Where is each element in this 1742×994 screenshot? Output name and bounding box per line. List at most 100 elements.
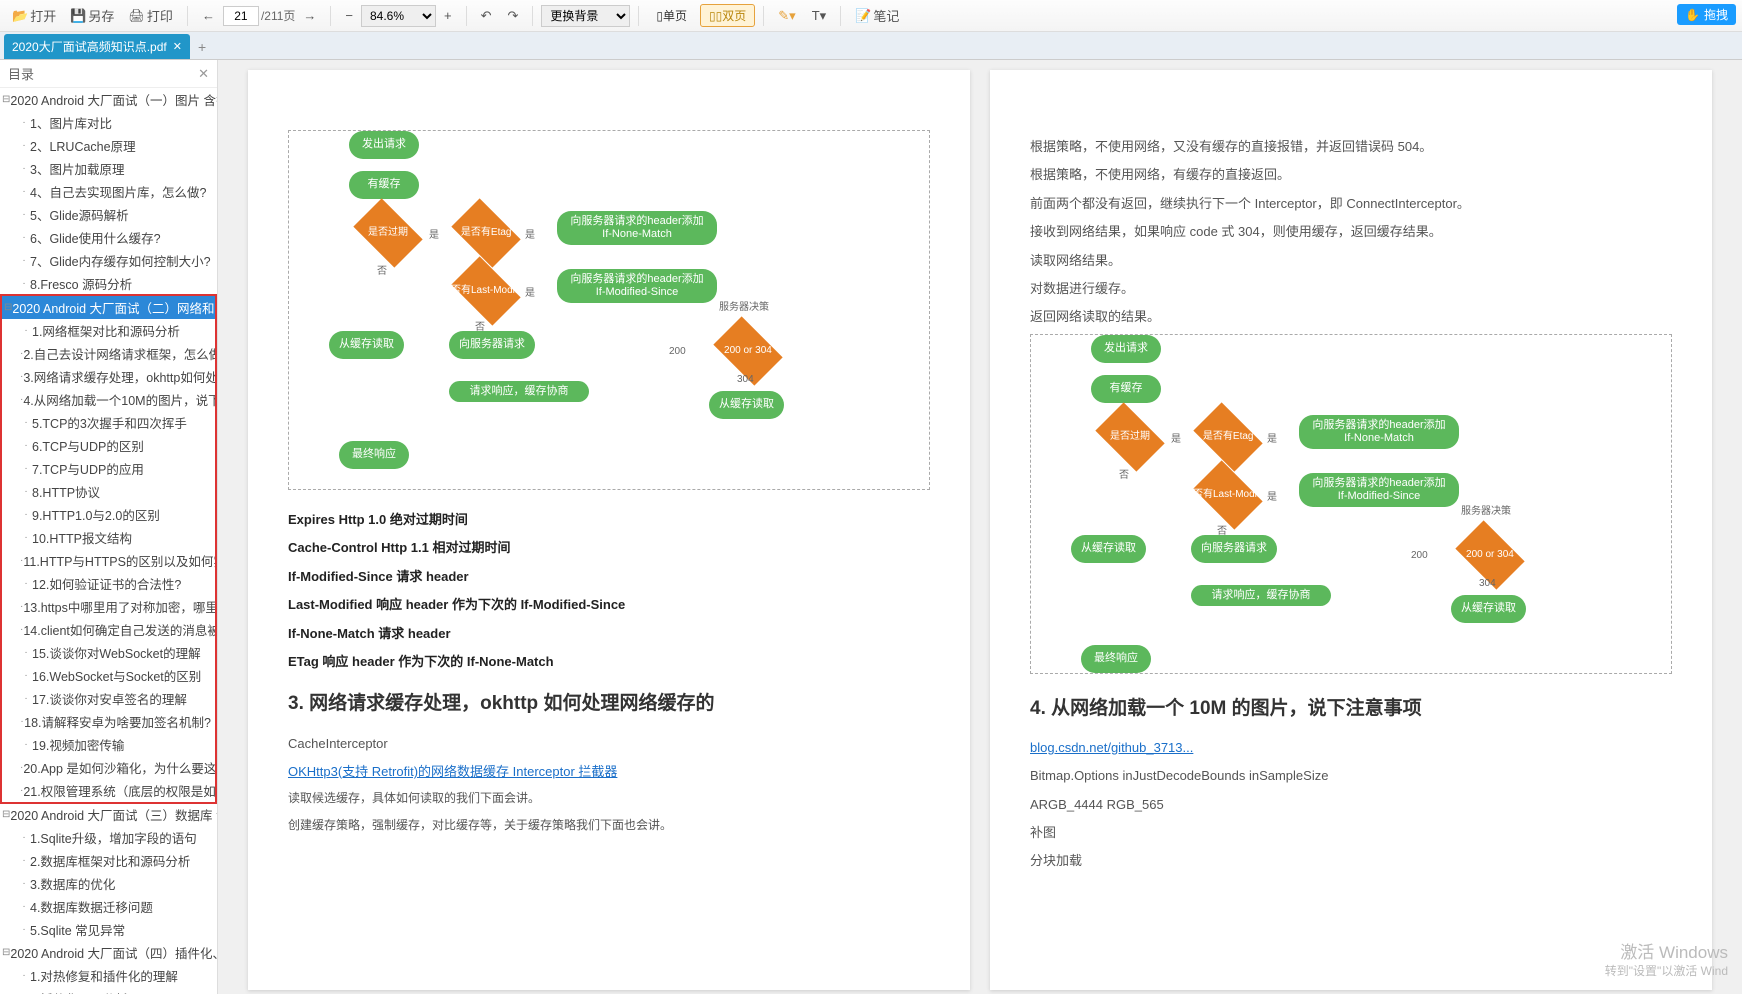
toc-item[interactable]: ·3、图片加载原理 [0, 157, 217, 180]
toc-item[interactable]: ·2.插件化原理分析 [0, 987, 217, 994]
toc-item[interactable]: ·1.对热修复和插件化的理解 [0, 964, 217, 987]
next-page-button[interactable]: → [297, 5, 322, 26]
toc-item[interactable]: ·13.https中哪里用了对称加密，哪里用 [2, 595, 215, 618]
flow-node: 是否过期 [1095, 402, 1164, 471]
main-toolbar: 📂打开 💾另存 🖨打印 ← /211页 → − 84.6% + ↶ ↷ 更换背景… [0, 0, 1742, 32]
toc-item[interactable]: ·1.Sqlite升级，增加字段的语句 [0, 826, 217, 849]
open-button[interactable]: 📂打开 [6, 3, 62, 28]
flowchart-left: 发出请求有缓存是否过期是否是否有Etag是否向服务器请求的header添加 If… [288, 130, 930, 490]
flow-node: 向服务器请求 [449, 331, 535, 359]
flow-node: 请求响应，缓存协商 [1191, 585, 1331, 606]
toc-item[interactable]: ⊟2020 Android 大厂面试（四）插件化、模 [0, 941, 217, 964]
toc-item[interactable]: ·2.数据库框架对比和源码分析 [0, 849, 217, 872]
saveas-button[interactable]: 💾另存 [64, 3, 120, 28]
page-right: 根据策略，不使用网络，又没有缓存的直接报错，并返回错误码 504。 根据策略，不… [990, 70, 1712, 990]
drag-mode-badge[interactable]: ✋拖拽 [1677, 4, 1736, 25]
double-page-button[interactable]: ▯▯双页 [700, 4, 755, 27]
toc-item[interactable]: ·8.Fresco 源码分析 [0, 272, 217, 295]
toc-item[interactable]: ·5、Glide源码解析 [0, 203, 217, 226]
toc-item[interactable]: ·3.数据库的优化 [0, 872, 217, 895]
toc-item[interactable]: ⊟2020 Android 大厂面试（二）网络和安全 [2, 296, 215, 319]
prev-page-button[interactable]: ← [196, 5, 221, 26]
flow-node: 向服务器请求的header添加 If-Modified-Since [557, 269, 717, 303]
toc-item[interactable]: ·14.client如何确定自己发送的消息被se [2, 618, 215, 641]
toc-item[interactable]: ·17.谈谈你对安卓签名的理解 [2, 687, 215, 710]
toc-item[interactable]: ⊟2020 Android 大厂面试（一）图片 含答 [0, 88, 217, 111]
toc-item[interactable]: ·20.App 是如何沙箱化，为什么要这么 [2, 756, 215, 779]
toc-item[interactable]: ·5.Sqlite 常见异常 [0, 918, 217, 941]
document-tab[interactable]: 2020大厂面试高频知识点.pdf ✕ [4, 34, 190, 59]
flow-label: 服务器决策 [719, 299, 769, 317]
text-button[interactable]: T▾ [806, 5, 832, 27]
tab-bar: 2020大厂面试高频知识点.pdf ✕ + [0, 32, 1742, 60]
flow-label: 是 [1171, 431, 1181, 449]
flow-label: 是 [429, 227, 439, 245]
toc-item[interactable]: ·1、图片库对比 [0, 111, 217, 134]
toc-item[interactable]: ·1.网络框架对比和源码分析 [2, 319, 215, 342]
toc-item[interactable]: ·4.从网络加载一个10M的图片，说下注 [2, 388, 215, 411]
background-select[interactable]: 更换背景 [541, 5, 630, 27]
toc-item[interactable]: ·18.请解释安卓为啥要加签名机制? [2, 710, 215, 733]
toc-item[interactable]: ·6、Glide使用什么缓存? [0, 226, 217, 249]
flow-node: 向服务器请求的header添加 If-None-Match [1299, 415, 1459, 449]
toc-item[interactable]: ·4、自己去实现图片库，怎么做? [0, 180, 217, 203]
section-4-heading: 4. 从网络加载一个 10M 的图片，说下注意事项 [1030, 692, 1672, 726]
toc-item[interactable]: ·8.HTTP协议 [2, 480, 215, 503]
windows-watermark: 激活 Windows 转到"设置"以激活 Wind [1605, 942, 1728, 980]
sidebar-close-icon[interactable]: ✕ [198, 66, 209, 82]
okhttp-link[interactable]: OKHttp3(支持 Retrofit)的网络数据缓存 Interceptor … [288, 764, 617, 779]
section-3-heading: 3. 网络请求缓存处理，okhttp 如何处理网络缓存的 [288, 687, 930, 721]
toc-item[interactable]: ·7.TCP与UDP的应用 [2, 457, 215, 480]
highlight-button[interactable]: ✎▾ [772, 5, 801, 27]
page-left: 发出请求有缓存是否过期是否是否有Etag是否向服务器请求的header添加 If… [248, 70, 970, 990]
flow-node: 是否过期 [353, 198, 422, 267]
flow-label: 是 [1267, 489, 1277, 507]
toc-item[interactable]: ·10.HTTP报文结构 [2, 526, 215, 549]
zoom-in-button[interactable]: + [438, 5, 458, 26]
toc-item[interactable]: ·21.权限管理系统（底层的权限是如何) [2, 779, 215, 802]
toc-item[interactable]: ·3.网络请求缓存处理，okhttp如何处理 [2, 365, 215, 388]
flow-label: 200 [669, 343, 686, 361]
flow-node: 从缓存读取 [1071, 535, 1146, 563]
flow-node: 是否有Etag [451, 198, 520, 267]
csdn-link[interactable]: blog.csdn.net/github_3713... [1030, 740, 1193, 755]
rotate-left-button[interactable]: ↶ [475, 5, 498, 27]
add-tab-button[interactable]: + [190, 35, 214, 59]
flow-label: 否 [1119, 467, 1129, 485]
toc-item[interactable]: ·11.HTTP与HTTPS的区别以及如何实现 [2, 549, 215, 572]
toc-item[interactable]: ·16.WebSocket与Socket的区别 [2, 664, 215, 687]
page-input[interactable] [223, 6, 259, 26]
flow-node: 从缓存读取 [1451, 595, 1526, 623]
flow-label: 是 [1267, 431, 1277, 449]
toc-item[interactable]: ·19.视频加密传输 [2, 733, 215, 756]
toc-item[interactable]: ⊟2020 Android 大厂面试（三）数据库 含 [0, 803, 217, 826]
zoom-select[interactable]: 84.6% [361, 5, 436, 27]
notes-button[interactable]: 📝笔记 [849, 3, 905, 28]
flow-node: 是否有Last-Modified [1193, 460, 1262, 529]
flow-node: 有缓存 [1091, 375, 1161, 403]
toc-item[interactable]: ·2.自己去设计网络请求框架，怎么做? [2, 342, 215, 365]
toc-item[interactable]: ·12.如何验证证书的合法性? [2, 572, 215, 595]
toc-item[interactable]: ·9.HTTP1.0与2.0的区别 [2, 503, 215, 526]
flow-node: 最终响应 [339, 441, 409, 469]
flow-node: 有缓存 [349, 171, 419, 199]
close-tab-icon[interactable]: ✕ [173, 40, 182, 53]
flow-label: 200 [1411, 547, 1428, 565]
rotate-right-button[interactable]: ↷ [502, 5, 525, 27]
zoom-out-button[interactable]: − [339, 5, 359, 26]
flow-label: 304 [737, 371, 754, 389]
toc-item[interactable]: ·15.谈谈你对WebSocket的理解 [2, 641, 215, 664]
print-button[interactable]: 🖨打印 [122, 3, 179, 28]
flow-label: 304 [1479, 575, 1496, 593]
flow-node: 向服务器请求的header添加 If-None-Match [557, 211, 717, 245]
toc-item[interactable]: ·2、LRUCache原理 [0, 134, 217, 157]
toc-tree[interactable]: ⊟2020 Android 大厂面试（一）图片 含答·1、图片库对比·2、LRU… [0, 88, 217, 994]
toc-item[interactable]: ·4.数据库数据迁移问题 [0, 895, 217, 918]
flow-node: 从缓存读取 [709, 391, 784, 419]
toc-item[interactable]: ·6.TCP与UDP的区别 [2, 434, 215, 457]
toc-item[interactable]: ·7、Glide内存缓存如何控制大小? [0, 249, 217, 272]
page-viewport[interactable]: 发出请求有缓存是否过期是否是否有Etag是否向服务器请求的header添加 If… [218, 60, 1742, 994]
toc-item[interactable]: ·5.TCP的3次握手和四次挥手 [2, 411, 215, 434]
page-total: /211页 [261, 7, 295, 24]
single-page-button[interactable]: ▯单页 [647, 4, 696, 27]
